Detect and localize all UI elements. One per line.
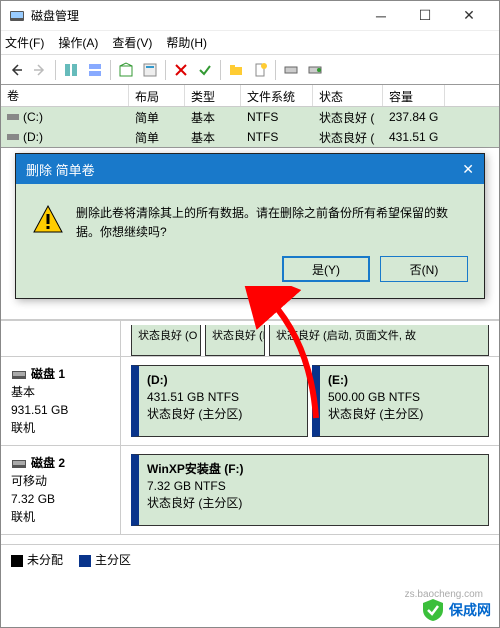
refresh-icon[interactable] — [115, 59, 137, 81]
menu-action[interactable]: 操作(A) — [58, 34, 98, 51]
dialog-close-button[interactable]: ✕ — [462, 161, 474, 178]
disk-2: 磁盘 2 可移动 7.32 GB 联机 WinXP安装盘 (F:) 7.32 G… — [1, 445, 499, 534]
dialog-title-text: 删除 简单卷 — [26, 160, 95, 179]
volume-row[interactable]: (C:) 简单 基本 NTFS 状态良好 ( 237.84 G — [1, 107, 499, 127]
removable-disk-icon — [11, 456, 27, 472]
partition-d[interactable]: (D:) 431.51 GB NTFS 状态良好 (主分区) — [131, 365, 308, 437]
title-bar: 磁盘管理 ─ ☐ ✕ — [1, 1, 499, 31]
partition-e[interactable]: (E:) 500.00 GB NTFS 状态良好 (主分区) — [312, 365, 489, 437]
window-title: 磁盘管理 — [31, 7, 359, 24]
drive-icon-1[interactable] — [280, 59, 302, 81]
close-button[interactable]: ✕ — [447, 2, 491, 30]
minimize-button[interactable]: ─ — [359, 2, 403, 30]
vol-name: (D:) — [23, 130, 43, 144]
legend-swatch-primary — [79, 555, 91, 567]
partition-f[interactable]: WinXP安装盘 (F:) 7.32 GB NTFS 状态良好 (主分区) — [131, 454, 489, 526]
drive-icon — [7, 111, 19, 123]
legend: 未分配 主分区 — [1, 544, 499, 574]
menu-bar: 文件(F) 操作(A) 查看(V) 帮助(H) — [1, 31, 499, 55]
partition-peek[interactable]: 状态良好 (启动, 页面文件, 故 — [269, 325, 489, 356]
app-icon — [9, 8, 25, 24]
volume-header: 卷 布局 类型 文件系统 状态 容量 — [1, 85, 499, 107]
menu-file[interactable]: 文件(F) — [5, 34, 44, 51]
drive-icon — [7, 131, 19, 143]
partition-peek[interactable]: 状态良好 (E — [205, 325, 265, 356]
disk-info[interactable]: 磁盘 1 基本 931.51 GB 联机 — [1, 357, 121, 445]
menu-view[interactable]: 查看(V) — [112, 34, 152, 51]
volume-row[interactable]: (D:) 简单 基本 NTFS 状态良好 ( 431.51 G — [1, 127, 499, 147]
legend-swatch-unalloc — [11, 555, 23, 567]
check-icon[interactable] — [194, 59, 216, 81]
col-volume[interactable]: 卷 — [1, 85, 129, 106]
new-icon[interactable] — [249, 59, 271, 81]
toolbar-icon-1[interactable] — [60, 59, 82, 81]
col-type[interactable]: 类型 — [185, 85, 241, 106]
disk-1: 磁盘 1 基本 931.51 GB 联机 (D:) 431.51 GB NTFS… — [1, 356, 499, 445]
col-capacity[interactable]: 容量 — [383, 85, 445, 106]
no-button[interactable]: 否(N) — [380, 256, 468, 282]
partition-peek[interactable]: 状态良好 (O — [131, 325, 201, 356]
col-status[interactable]: 状态 — [313, 85, 383, 106]
volume-list: 卷 布局 类型 文件系统 状态 容量 (C:) 简单 基本 NTFS 状态良好 … — [1, 85, 499, 148]
disk-icon — [11, 367, 27, 383]
toolbar-icon-2[interactable] — [84, 59, 106, 81]
folder-icon[interactable] — [225, 59, 247, 81]
toolbar — [1, 55, 499, 85]
back-button[interactable] — [5, 59, 27, 81]
menu-help[interactable]: 帮助(H) — [166, 34, 207, 51]
col-fs[interactable]: 文件系统 — [241, 85, 313, 106]
watermark: 保成网 — [423, 599, 491, 621]
maximize-button[interactable]: ☐ — [403, 2, 447, 30]
col-layout[interactable]: 布局 — [129, 85, 185, 106]
yes-button[interactable]: 是(Y) — [282, 256, 370, 282]
disk0-peek: 状态良好 (O 状态良好 (E 状态良好 (启动, 页面文件, 故 — [1, 320, 499, 356]
properties-icon[interactable] — [139, 59, 161, 81]
disk-info[interactable]: 磁盘 2 可移动 7.32 GB 联机 — [1, 446, 121, 534]
watermark-url: zs.baocheng.com — [405, 589, 483, 600]
delete-volume-dialog: 删除 简单卷 ✕ 删除此卷将清除其上的所有数据。请在删除之前备份所有希望保留的数… — [15, 153, 485, 299]
delete-icon[interactable] — [170, 59, 192, 81]
vol-name: (C:) — [23, 110, 43, 124]
drive-icon-2[interactable] — [304, 59, 326, 81]
warning-icon — [32, 204, 64, 236]
shield-icon — [423, 599, 443, 621]
dialog-message: 删除此卷将清除其上的所有数据。请在删除之前备份所有希望保留的数据。你想继续吗? — [76, 204, 468, 242]
dialog-titlebar: 删除 简单卷 ✕ — [16, 154, 484, 184]
forward-button[interactable] — [29, 59, 51, 81]
